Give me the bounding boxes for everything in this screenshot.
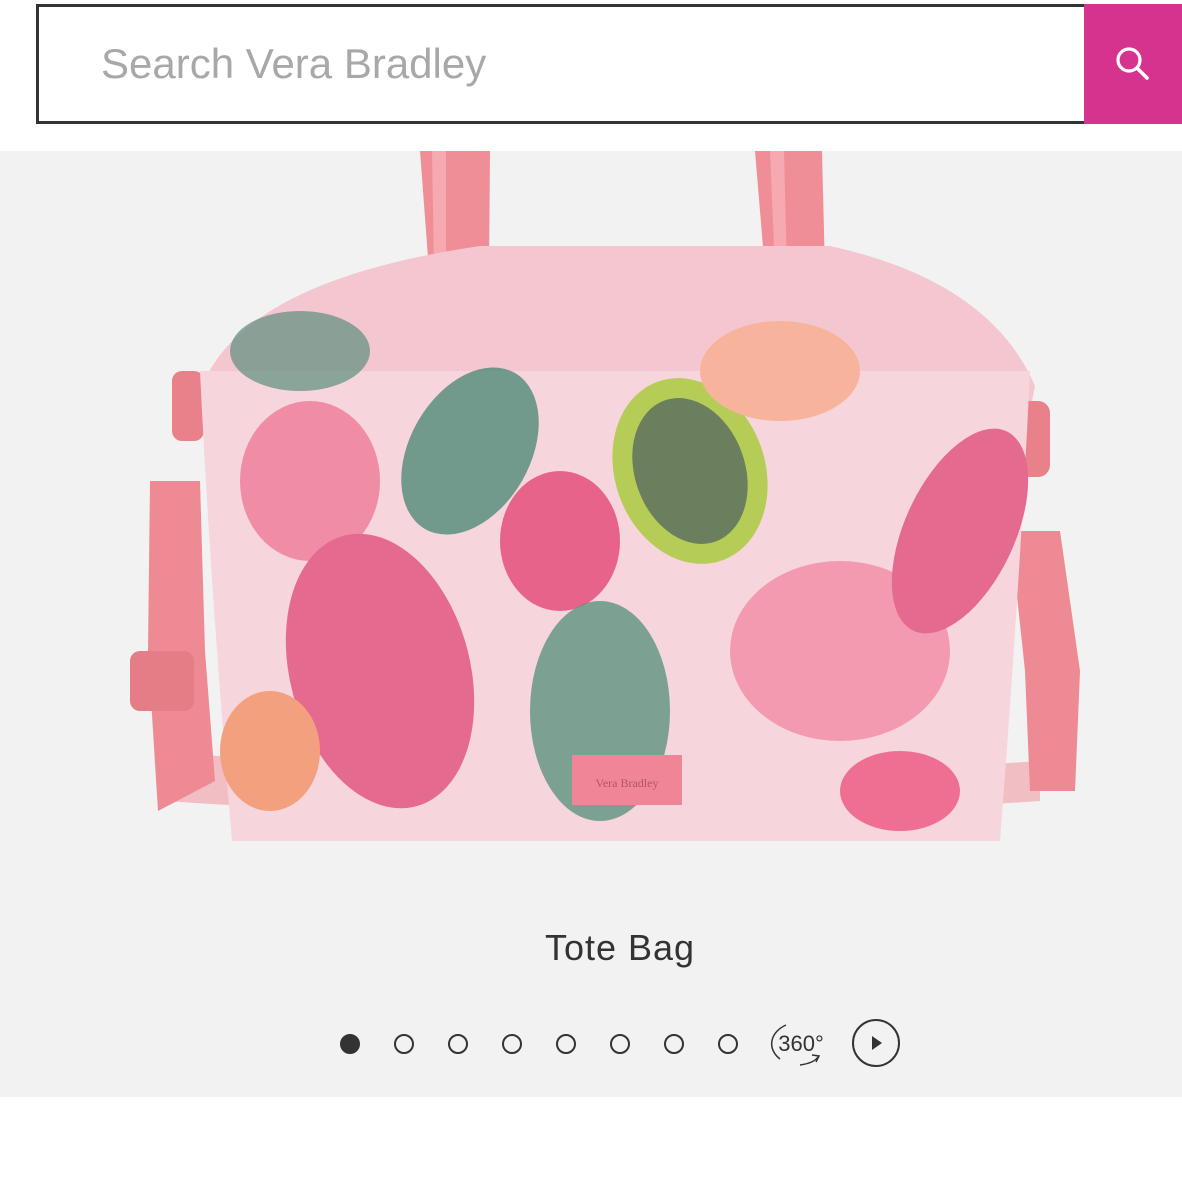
search-input[interactable] [36,4,1084,124]
pager-dot[interactable] [718,1034,738,1054]
pager-dot[interactable] [448,1034,468,1054]
pager-dot[interactable] [664,1034,684,1054]
spin-360-button[interactable]: 360° [766,1019,836,1069]
spin-360-label: 360° [778,1031,824,1056]
pager-dot[interactable] [340,1034,360,1054]
search-icon [1116,47,1149,80]
image-pager: 360° [0,1017,1182,1077]
search-button[interactable] [1084,4,1182,124]
product-title: Tote Bag [544,927,696,968]
bag-brand-label: Vera Bradley [596,776,659,790]
play-button[interactable] [852,1019,900,1067]
pager-dot[interactable] [502,1034,522,1054]
pager-dot[interactable] [556,1034,576,1054]
product-image[interactable]: Vera Bradley [0,151,1182,911]
pager-dot[interactable] [610,1034,630,1054]
play-icon [872,1036,882,1050]
product-gallery: Vera Bradley Tote Bag 360° [0,151,1182,1097]
search-bar [36,4,1182,124]
pager-dot[interactable] [394,1034,414,1054]
